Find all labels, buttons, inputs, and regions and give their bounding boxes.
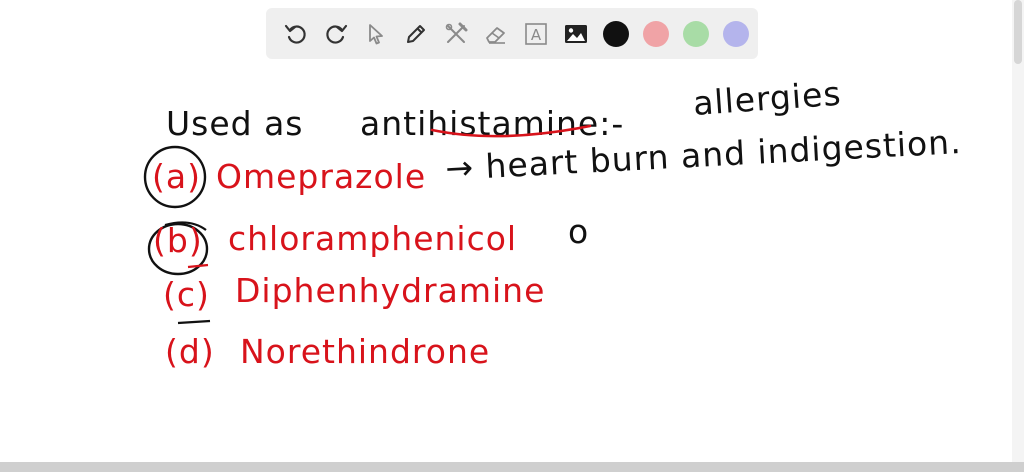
undo-button[interactable] <box>276 14 316 54</box>
horizontal-scrollbar[interactable] <box>0 462 1024 472</box>
redo-icon <box>326 24 348 44</box>
redo-button[interactable] <box>316 14 356 54</box>
image-tool-button[interactable] <box>556 14 596 54</box>
pen-icon <box>407 24 425 43</box>
text-icon: A <box>525 22 547 45</box>
pen-tool-button[interactable] <box>396 14 436 54</box>
option-a-label: (a) <box>152 157 201 196</box>
vertical-scrollbar-thumb[interactable] <box>1014 0 1022 64</box>
text-tool-button[interactable]: A <box>516 14 556 54</box>
color-swatch-green <box>683 20 709 47</box>
option-d-label: (d) <box>165 332 215 371</box>
drawing-canvas[interactable]: Used as antihistamine:- allergies (a) Om… <box>0 60 1012 460</box>
drawing-toolbar: A <box>266 8 758 59</box>
color-green-button[interactable] <box>676 14 716 54</box>
option-a-text: Omeprazole <box>216 157 426 196</box>
color-black-button[interactable] <box>596 14 636 54</box>
option-c-text: Diphenhydramine <box>235 271 545 310</box>
color-swatch-red <box>643 20 669 47</box>
option-c-mark <box>177 319 211 325</box>
tools-icon <box>445 22 468 43</box>
prompt-text: Used as <box>166 104 304 143</box>
select-tool-button[interactable] <box>356 14 396 54</box>
text-tool-glyph: A <box>531 26 542 44</box>
color-red-button[interactable] <box>636 14 676 54</box>
option-b-label: (b) <box>153 221 203 260</box>
option-b-note: o <box>568 212 589 251</box>
color-blue-button[interactable] <box>716 14 756 54</box>
eraser-icon <box>486 26 505 44</box>
whiteboard-screen: A Used as antihistamine:- allergies (a) … <box>0 0 1024 472</box>
option-c-label: (c) <box>163 275 210 314</box>
option-b-text: chloramphenicol <box>228 219 517 258</box>
color-swatch-blue <box>723 20 749 47</box>
eraser-tool-button[interactable] <box>476 14 516 54</box>
tools-button[interactable] <box>436 14 476 54</box>
allergies-note: allergies <box>692 74 843 123</box>
option-c-tick <box>187 263 209 269</box>
vertical-scrollbar[interactable] <box>1012 0 1024 462</box>
undo-icon <box>284 24 306 44</box>
option-d-text: Norethindrone <box>240 332 490 371</box>
pointer-icon <box>369 23 383 44</box>
image-icon <box>565 24 587 43</box>
color-swatch-black <box>603 20 629 47</box>
